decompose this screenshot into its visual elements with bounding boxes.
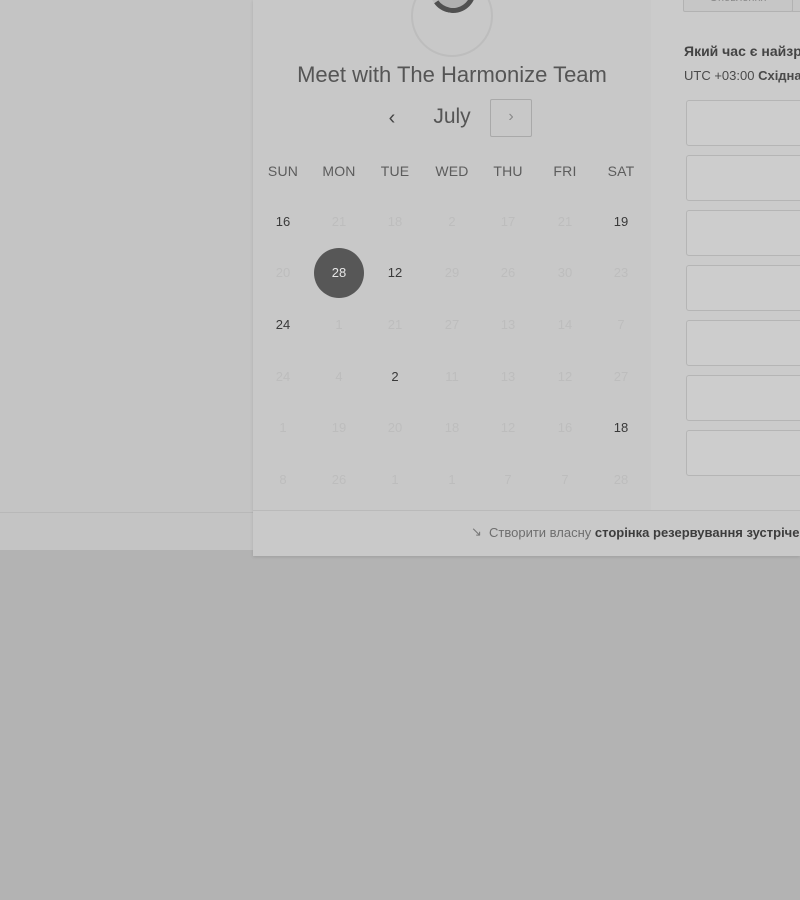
unavailable-day: 4 (335, 369, 343, 384)
unavailable-day: 13 (500, 317, 516, 332)
unavailable-day: 1 (391, 472, 399, 487)
available-day[interactable]: 2 (373, 355, 417, 399)
unavailable-day: 12 (557, 369, 573, 384)
unavailable-day: 21 (557, 214, 573, 229)
timezone-name: Східна Європа (758, 68, 800, 83)
unavailable-day: 7 (617, 317, 625, 332)
refresh-button[interactable]: Оновлення (683, 0, 793, 12)
available-day[interactable]: 16 (261, 200, 305, 244)
available-day[interactable]: 12 (373, 251, 417, 295)
unavailable-day: 26 (331, 472, 347, 487)
time-slot-button[interactable] (686, 265, 800, 311)
unavailable-day: 17 (500, 214, 516, 229)
unavailable-day: 13 (500, 369, 516, 384)
secondary-button[interactable] (792, 0, 800, 12)
time-slot-button[interactable] (686, 100, 800, 146)
unavailable-day: 7 (561, 472, 569, 487)
footer-text: Створити власну сторінка резервування зу… (489, 525, 800, 540)
unavailable-day: 28 (613, 472, 629, 487)
time-pane: Оновлення Який час є найзручнішим? UTC +… (651, 0, 800, 510)
unavailable-day: 1 (335, 317, 343, 332)
unavailable-day: 2 (448, 214, 456, 229)
unavailable-day: 18 (387, 214, 403, 229)
unavailable-day: 30 (557, 265, 573, 280)
unavailable-day: 26 (500, 265, 516, 280)
available-day[interactable]: 19 (599, 200, 643, 244)
calendar-pane: ••• Meet with The Harmonize Team ‹ July … (253, 0, 651, 510)
timezone-offset: UTC +03:00 (684, 68, 755, 83)
available-day[interactable]: 18 (599, 406, 643, 450)
time-slot-button[interactable] (686, 375, 800, 421)
unavailable-day: 7 (504, 472, 512, 487)
unavailable-day: 19 (331, 420, 347, 435)
unavailable-day: 1 (279, 420, 287, 435)
time-slot-button[interactable] (686, 155, 800, 201)
pointer-arrow-icon: ↘ (471, 524, 482, 539)
unavailable-day: 27 (444, 317, 460, 332)
unavailable-day: 11 (445, 369, 459, 384)
unavailable-day: 24 (275, 369, 291, 384)
selected-day[interactable]: 28 (314, 248, 364, 298)
unavailable-day: 14 (557, 317, 573, 332)
unavailable-day: 23 (613, 265, 629, 280)
time-slot-button[interactable] (686, 320, 800, 366)
create-booking-page-link[interactable]: сторінка резервування зустрічей (595, 525, 800, 540)
timezone-label[interactable]: UTC +03:00 Східна Європа (684, 68, 800, 83)
unavailable-day: 27 (613, 369, 629, 384)
booking-card: ••• Meet with The Harmonize Team ‹ July … (253, 0, 800, 556)
unavailable-day: 1 (448, 472, 456, 487)
unavailable-day: 18 (444, 420, 460, 435)
footer-prefix: Створити власну (489, 525, 592, 540)
time-question: Який час є найзручнішим? (684, 43, 800, 59)
unavailable-day: 12 (500, 420, 516, 435)
unavailable-day: 16 (557, 420, 573, 435)
footer-bar: ↘ Створити власну сторінка резервування … (253, 510, 800, 556)
unavailable-day: 8 (279, 472, 287, 487)
available-day[interactable]: 24 (261, 303, 305, 347)
unavailable-day: 21 (387, 317, 403, 332)
unavailable-day: 29 (444, 265, 460, 280)
unavailable-day: 20 (275, 265, 291, 280)
calendar-grid: 16 21 18 2 17 21 19 20 28 12 29 26 30 23 24 1 21 27 13 14 7 2… (253, 0, 651, 510)
unavailable-day: 21 (331, 214, 347, 229)
time-slot-button[interactable] (686, 210, 800, 256)
time-slot-button[interactable] (686, 430, 800, 476)
unavailable-day: 20 (387, 420, 403, 435)
